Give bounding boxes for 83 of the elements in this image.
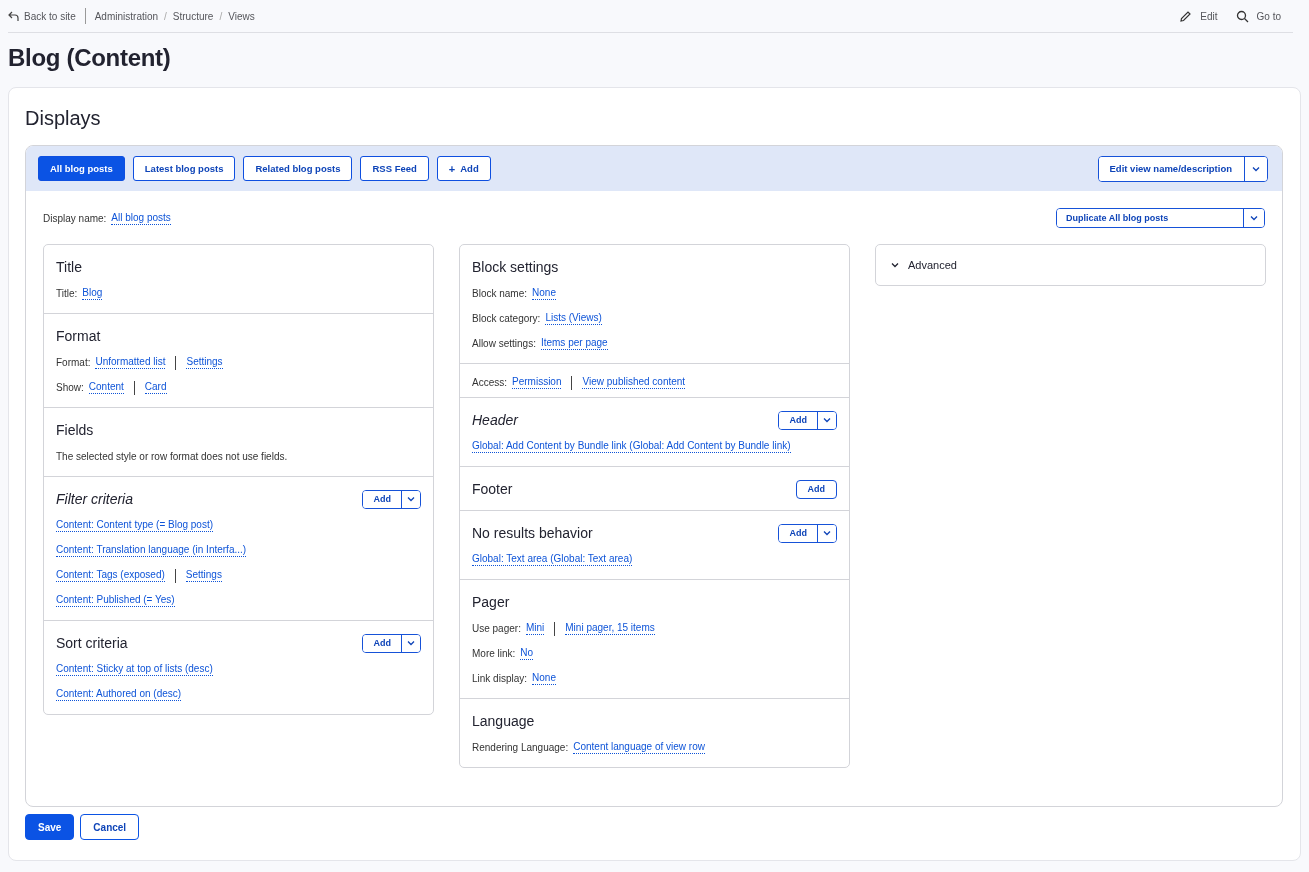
setting-link[interactable]: None [532, 287, 556, 300]
display-tab[interactable]: All blog posts [38, 156, 125, 181]
edit-link[interactable]: Edit [1179, 9, 1218, 23]
field-label: More link: [472, 648, 516, 659]
breadcrumb-link[interactable]: Views [228, 10, 255, 22]
chevron-icon [890, 260, 900, 270]
advanced-toggle[interactable]: Advanced [875, 244, 1266, 286]
back-link[interactable]: Back to site [8, 10, 76, 22]
field-label: Block name: [472, 288, 528, 299]
dropdown-toggle[interactable] [817, 411, 836, 429]
dropdown-toggle[interactable] [817, 524, 836, 542]
setting-link[interactable]: Content: Published (= Yes) [56, 594, 175, 607]
setting-link[interactable]: Permission [512, 376, 562, 389]
search-link[interactable]: Go to [1235, 9, 1281, 23]
setting-link[interactable]: Content: Sticky at top of lists (desc) [56, 663, 213, 676]
search-icon [1235, 9, 1249, 23]
section-title: Fields [56, 422, 94, 438]
dropdown-toggle[interactable] [401, 490, 420, 508]
page-title: Blog (Content) [8, 44, 172, 72]
section-title: Header [472, 412, 518, 428]
section-title: Language [472, 713, 535, 729]
section-title: Block settings [472, 259, 559, 275]
setting-link[interactable]: Global: Add Content by Bundle link (Global: Add Content by Bundle link) [472, 440, 791, 453]
field-label: Display name: [43, 212, 107, 224]
field-label: Allow settings: [472, 338, 536, 349]
setting-link[interactable]: Content [88, 381, 124, 394]
breadcrumb-separator: / [219, 10, 223, 22]
setting-link[interactable]: Content language of view row [573, 741, 705, 754]
setting-link[interactable]: Lists (Views) [545, 312, 602, 325]
field-label: Block category: [472, 313, 541, 324]
setting-link[interactable]: None [532, 672, 556, 685]
chevron-down-icon [822, 528, 832, 538]
setting-link[interactable]: Settings [185, 569, 222, 582]
section-title: Format [56, 328, 101, 344]
breadcrumb-link[interactable]: Structure [172, 10, 214, 22]
pencil-icon [1179, 9, 1193, 23]
field-label: Title: [56, 288, 78, 299]
display-tab[interactable]: RSS Feed [360, 156, 429, 181]
chevron-down-icon [1249, 213, 1259, 223]
chevron-down-icon [822, 415, 832, 425]
section-heading: Displays [25, 107, 102, 130]
field-label: Access: [472, 377, 507, 388]
setting-link[interactable]: Mini [525, 622, 545, 635]
setting-link[interactable]: Global: Text area (Global: Text area) [472, 553, 633, 566]
section-title: No results behavior [472, 525, 593, 541]
setting-link[interactable]: Mini pager, 15 items [565, 622, 655, 635]
field-label: Link display: [472, 673, 528, 684]
setting-link[interactable]: View published content [582, 376, 686, 389]
setting-link[interactable]: No [520, 647, 534, 660]
section-title: Footer [472, 481, 513, 497]
save-button[interactable]: Save [25, 814, 75, 840]
chevron-down-icon [406, 494, 416, 504]
section-title: Sort criteria [56, 635, 128, 651]
field-label: Rendering Language: [472, 742, 569, 753]
setting-link[interactable]: Content: Tags (exposed) [56, 569, 165, 582]
setting-link[interactable]: Unformatted list [95, 356, 166, 369]
add-display-button[interactable]: + Add [436, 156, 491, 181]
setting-link[interactable]: Card [144, 381, 167, 394]
section-title: Filter criteria [56, 491, 133, 507]
info-text: The selected style or row format does not use fields. [56, 451, 288, 462]
back-arrow-icon [8, 11, 19, 21]
field-label: Use pager: [472, 623, 521, 634]
field-label: Show: [56, 382, 84, 393]
setting-link[interactable]: Content: Content type (= Blog post) [56, 519, 214, 532]
dropdown-toggle[interactable] [1244, 156, 1267, 181]
setting-link[interactable]: Content: Translation language (in Interfa...) [56, 544, 247, 557]
display-tab[interactable]: Related blog posts [243, 156, 353, 181]
setting-link[interactable]: Blog [82, 287, 103, 300]
field-label: Format: [56, 357, 91, 368]
breadcrumb-separator: / [164, 10, 167, 22]
cancel-button[interactable]: Cancel [80, 814, 140, 840]
setting-link[interactable]: Content: Authored on (desc) [56, 688, 182, 701]
display-tab[interactable]: Latest blog posts [132, 156, 236, 181]
dropdown-toggle[interactable] [1243, 209, 1264, 227]
add-button[interactable]: Add [795, 479, 837, 499]
setting-link[interactable]: Items per page [540, 337, 608, 350]
breadcrumb-link[interactable]: Administration [94, 10, 159, 22]
dropdown-toggle[interactable] [401, 634, 420, 652]
display-name-link[interactable]: All blog posts [111, 211, 171, 225]
chevron-down-icon [406, 638, 416, 648]
setting-link[interactable]: Settings [186, 356, 223, 369]
section-title: Pager [472, 594, 510, 610]
section-title: Title [56, 259, 82, 275]
